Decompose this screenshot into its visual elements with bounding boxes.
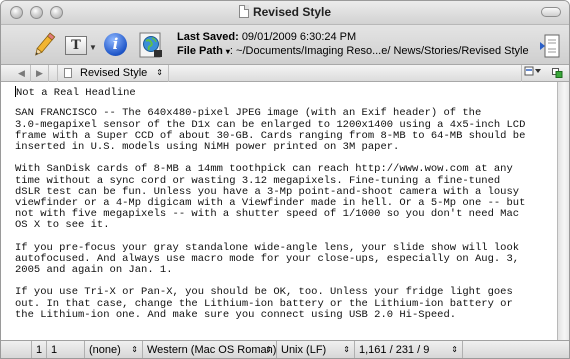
document-popup-label: Revised Style — [80, 67, 148, 79]
text-options-button[interactable]: T ▼ — [63, 30, 97, 60]
chevron-down-icon: ▼ — [89, 43, 97, 52]
file-path-value: : ~/Documents/Imaging Reso...e/ News/Sto… — [229, 45, 529, 57]
last-saved-label: Last Saved: — [177, 31, 239, 43]
editor-window: Revised Style T ▼ i Last Saved: 09/01/20… — [0, 0, 570, 359]
popup-arrows-icon: ⇕ — [131, 345, 138, 354]
document-info: Last Saved: 09/01/2009 6:30:24 PM File P… — [177, 30, 529, 59]
preview-in-browser-icon[interactable] — [137, 30, 165, 60]
last-saved-value: 09/01/2009 6:30:24 PM — [241, 31, 357, 43]
popup-arrows-icon: ⇕ — [343, 345, 350, 354]
text-editor[interactable]: Not a Real Headline SAN FRANCISCO -- The … — [1, 82, 557, 340]
text-line: the Lithium-ion one. And make sure you c… — [15, 308, 457, 321]
navigation-bar: ◀ ▶ Revised Style ⇕ — [1, 65, 569, 82]
text-line: SAN FRANCISCO -- The 640x480-pixel JPEG … — [15, 107, 482, 120]
text-line: If you use Tri-X or Pan-X, you should be… — [15, 286, 513, 299]
toolbar: T ▼ i Last Saved: 09/01/2009 6:30:24 PM … — [1, 25, 569, 65]
text-format-icon: T — [65, 36, 87, 55]
status-bar: 1 1 (none) ⇕ Western (Mac OS Roman) ⇕ Unix… — [1, 340, 569, 358]
text-line: Not a Real Headline — [15, 86, 136, 99]
text-line: 2005 and again on Jan. 1. — [15, 264, 173, 276]
function-popup[interactable] — [521, 65, 543, 82]
info-button[interactable]: i — [103, 30, 129, 60]
popup-arrows-icon: ⇕ — [451, 345, 458, 354]
text-line: inserted in U.S. models using NiMH power… — [15, 140, 400, 153]
forward-button[interactable]: ▶ — [31, 65, 49, 82]
counts-label: 1,161 / 231 / 9 — [359, 344, 430, 356]
popup-arrows-icon: ⇕ — [265, 345, 272, 354]
text-line: With SanDisk cards of 8-MB a 14mm toothp… — [15, 163, 513, 176]
pencil-icon[interactable] — [31, 30, 57, 60]
toolbar-toggle-button[interactable] — [541, 7, 561, 17]
language-mode-label: (none) — [89, 344, 121, 356]
text-caret — [15, 86, 16, 97]
encoding-popup[interactable]: Western (Mac OS Roman) ⇕ — [143, 341, 277, 358]
counterpart-icon[interactable] — [552, 68, 563, 78]
document-proxy-icon[interactable] — [238, 5, 249, 18]
document-counts: 1,161 / 231 / 9 ⇕ — [355, 341, 463, 358]
window-title-area: Revised Style — [1, 5, 569, 19]
line-endings-popup[interactable]: Unix (LF) ⇕ — [277, 341, 355, 358]
line-number[interactable]: 1 — [31, 341, 47, 358]
title-bar: Revised Style — [1, 1, 569, 25]
vertical-scrollbar[interactable] — [557, 82, 569, 340]
document-popup[interactable]: Revised Style ⇕ — [57, 65, 169, 82]
text-line: OS X to see it. — [15, 219, 110, 232]
popup-arrows-icon: ⇕ — [156, 68, 163, 77]
document-icon — [64, 68, 72, 78]
split-window-icon[interactable] — [539, 33, 561, 59]
info-icon: i — [104, 33, 127, 56]
text-line: time without a sync cord or wasting 3.12… — [15, 174, 501, 187]
window-title: Revised Style — [252, 5, 332, 19]
language-mode-popup[interactable]: (none) ⇕ — [85, 341, 143, 358]
line-endings-label: Unix (LF) — [281, 344, 327, 356]
encoding-label: Western (Mac OS Roman) — [147, 344, 277, 356]
text-line — [15, 231, 557, 242]
column-number[interactable]: 1 — [47, 341, 85, 358]
back-button[interactable]: ◀ — [13, 65, 31, 82]
file-path-label[interactable]: File Path — [177, 45, 223, 57]
